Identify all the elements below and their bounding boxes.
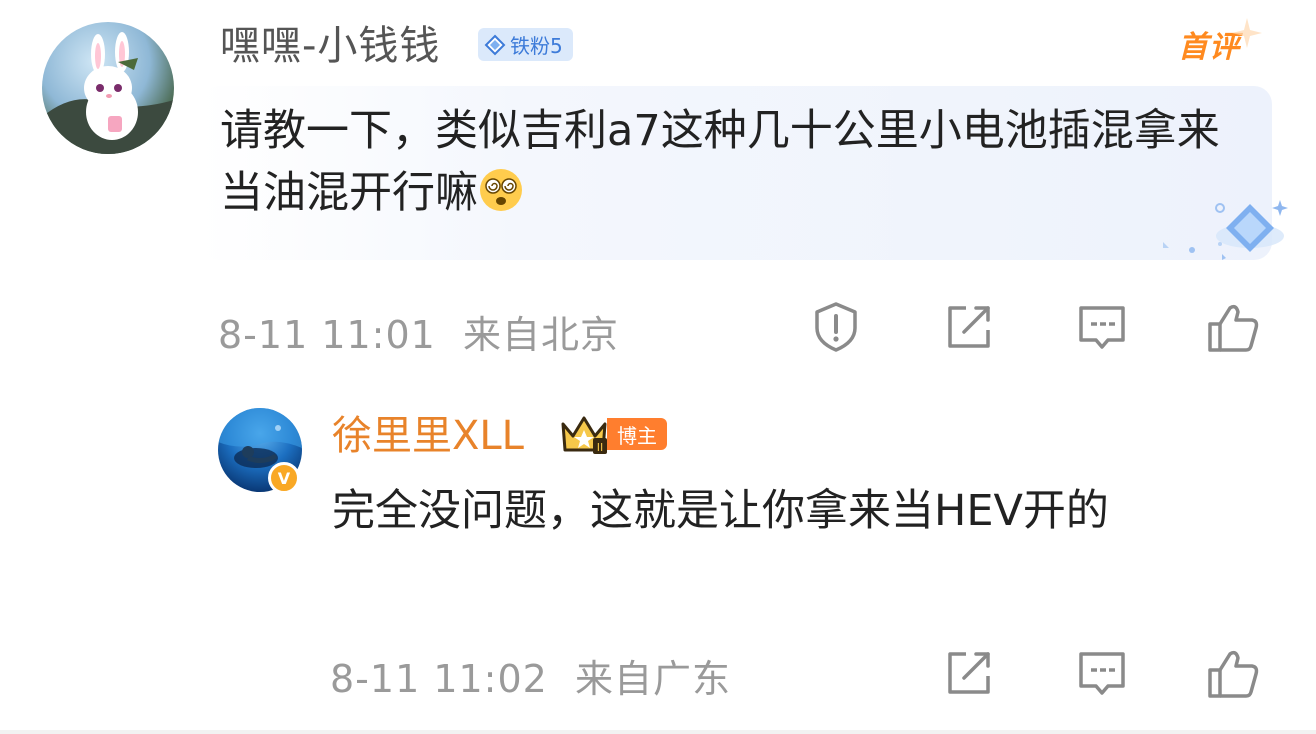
thumbs-up-icon[interactable] [1206, 300, 1260, 354]
diamond-icon [484, 34, 506, 55]
reply-meta: 8-11 11:02 来自广东 [330, 648, 731, 703]
comment-icon[interactable] [1075, 300, 1129, 354]
reply-text: 完全没问题，这就是让你拿来当HEV开的 [332, 486, 1109, 536]
replier-username[interactable]: 徐里里XLL [332, 410, 524, 462]
verified-badge-icon: V [268, 462, 300, 494]
comment-location: 来自北京 [462, 313, 619, 357]
sparkle-icon [1232, 18, 1262, 48]
divider [0, 730, 1316, 734]
comment-meta: 8-11 11:01 来自北京 [218, 304, 619, 359]
commenter-username[interactable]: 嘿嘿-小钱钱 [220, 20, 440, 72]
fan-badge-label: 铁粉5 [510, 34, 563, 58]
comment-time: 8-11 11:01 [218, 313, 436, 357]
reply-share-icon[interactable] [942, 646, 996, 700]
commenter-avatar[interactable] [42, 22, 174, 154]
blogger-badge: 博主 [607, 418, 667, 450]
comment-text-body: 请教一下，类似吉利a7这种几十公里小电池插混拿来当油混开行嘛 [220, 106, 1220, 218]
svg-text:II: II [597, 441, 604, 454]
reply-location: 来自广东 [574, 657, 731, 701]
bottom-fade-overlay [0, 700, 1316, 734]
comment-text: 请教一下，类似吉利a7这种几十公里小电池插混拿来当油混开行嘛 [220, 100, 1240, 224]
dizzy-face-emoji-icon [480, 169, 522, 211]
reply-comment-icon[interactable] [1075, 646, 1129, 700]
report-icon[interactable] [809, 300, 863, 354]
crown-icon: II [561, 416, 607, 454]
reply-thumbs-up-icon[interactable] [1206, 646, 1260, 700]
fan-level-badge[interactable]: 铁粉5 [478, 28, 573, 61]
reply-time: 8-11 11:02 [330, 657, 548, 701]
share-icon[interactable] [942, 300, 996, 354]
